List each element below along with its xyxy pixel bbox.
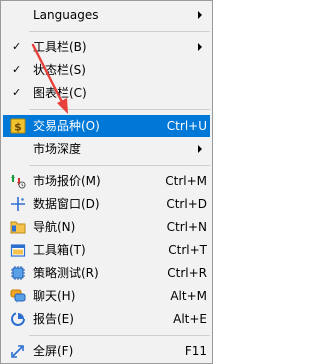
folder-icon (10, 219, 26, 235)
menu-item-shortcut: Ctrl+U (166, 119, 207, 133)
menu-item-shortcut: Alt+E (173, 312, 207, 326)
menu-item-shortcut: Ctrl+M (165, 174, 207, 188)
menu-item-shortcut: Ctrl+R (167, 266, 207, 280)
menu-separator (29, 335, 210, 336)
menu-item-label: 导航(N) (33, 220, 76, 234)
menu-item-label: 市场报价(M) (33, 174, 101, 188)
menu-item-label: 市场深度 (33, 142, 82, 156)
menu-item-label: 聊天(H) (33, 289, 76, 303)
menu-item-data-window[interactable]: 数据窗口(D) Ctrl+D (3, 193, 210, 215)
menu-item-label: 交易品种(O) (33, 119, 100, 133)
menu-item-chat[interactable]: 聊天(H) Alt+M (3, 285, 210, 307)
menu-item-fullscreen[interactable]: 全屏(F) F11 (3, 340, 210, 362)
strategy-tester-icon (10, 265, 26, 281)
dollar-icon: $ (10, 118, 26, 134)
menu-item-label: 策略测试(R) (33, 266, 99, 280)
menu-item-label: 报告(E) (33, 312, 74, 326)
submenu-arrow-icon (198, 11, 202, 19)
market-watch-icon (10, 173, 26, 189)
check-mark-icon: ✓ (12, 63, 22, 76)
svg-text:$: $ (14, 121, 22, 134)
menu-item-shortcut: Ctrl+T (168, 243, 207, 257)
menu-item-label: 图表栏(C) (33, 86, 87, 100)
menu-item-label: 数据窗口(D) (33, 197, 100, 211)
view-menu: Languages ✓ 工具栏(B) ✓ 状态栏(S) ✓ 图表栏(C) $ 交… (0, 0, 213, 364)
menu-item-market-depth[interactable]: 市场深度 (3, 138, 210, 160)
menu-item-symbols[interactable]: $ 交易品种(O) Ctrl+U (3, 115, 210, 137)
menu-item-label: 工具栏(B) (33, 40, 87, 54)
menu-separator (29, 165, 210, 166)
menu-separator (29, 31, 210, 32)
submenu-arrow-icon (198, 43, 202, 51)
menu-item-toolbox[interactable]: 工具箱(T) Ctrl+T (3, 239, 210, 261)
menu-item-chart-bar[interactable]: ✓ 图表栏(C) (3, 82, 210, 104)
menu-item-status-bar[interactable]: ✓ 状态栏(S) (3, 59, 210, 81)
menu-item-label: 全屏(F) (33, 344, 74, 358)
menu-item-report[interactable]: 报告(E) Alt+E (3, 308, 210, 330)
menu-item-toolbar[interactable]: ✓ 工具栏(B) (3, 36, 210, 58)
menu-item-label: Languages (33, 8, 99, 22)
fullscreen-icon (10, 343, 26, 359)
report-icon (10, 311, 26, 327)
crosshair-icon (10, 196, 26, 212)
menu-item-label: 状态栏(S) (33, 63, 86, 77)
menu-item-shortcut: Alt+M (170, 289, 207, 303)
menu-item-navigator[interactable]: 导航(N) Ctrl+N (3, 216, 210, 238)
menu-item-shortcut: Ctrl+D (166, 197, 207, 211)
submenu-arrow-icon (198, 145, 202, 153)
menu-item-shortcut: Ctrl+N (166, 220, 207, 234)
check-mark-icon: ✓ (12, 86, 22, 99)
toolbox-icon (10, 242, 26, 258)
chat-icon (10, 288, 26, 304)
menu-item-label: 工具箱(T) (33, 243, 86, 257)
check-mark-icon: ✓ (12, 40, 22, 53)
menu-item-shortcut: F11 (184, 344, 207, 358)
menu-separator (29, 109, 210, 110)
menu-item-strategy-tester[interactable]: 策略测试(R) Ctrl+R (3, 262, 210, 284)
menu-item-market-watch[interactable]: 市场报价(M) Ctrl+M (3, 170, 210, 192)
menu-item-languages[interactable]: Languages (3, 4, 210, 26)
